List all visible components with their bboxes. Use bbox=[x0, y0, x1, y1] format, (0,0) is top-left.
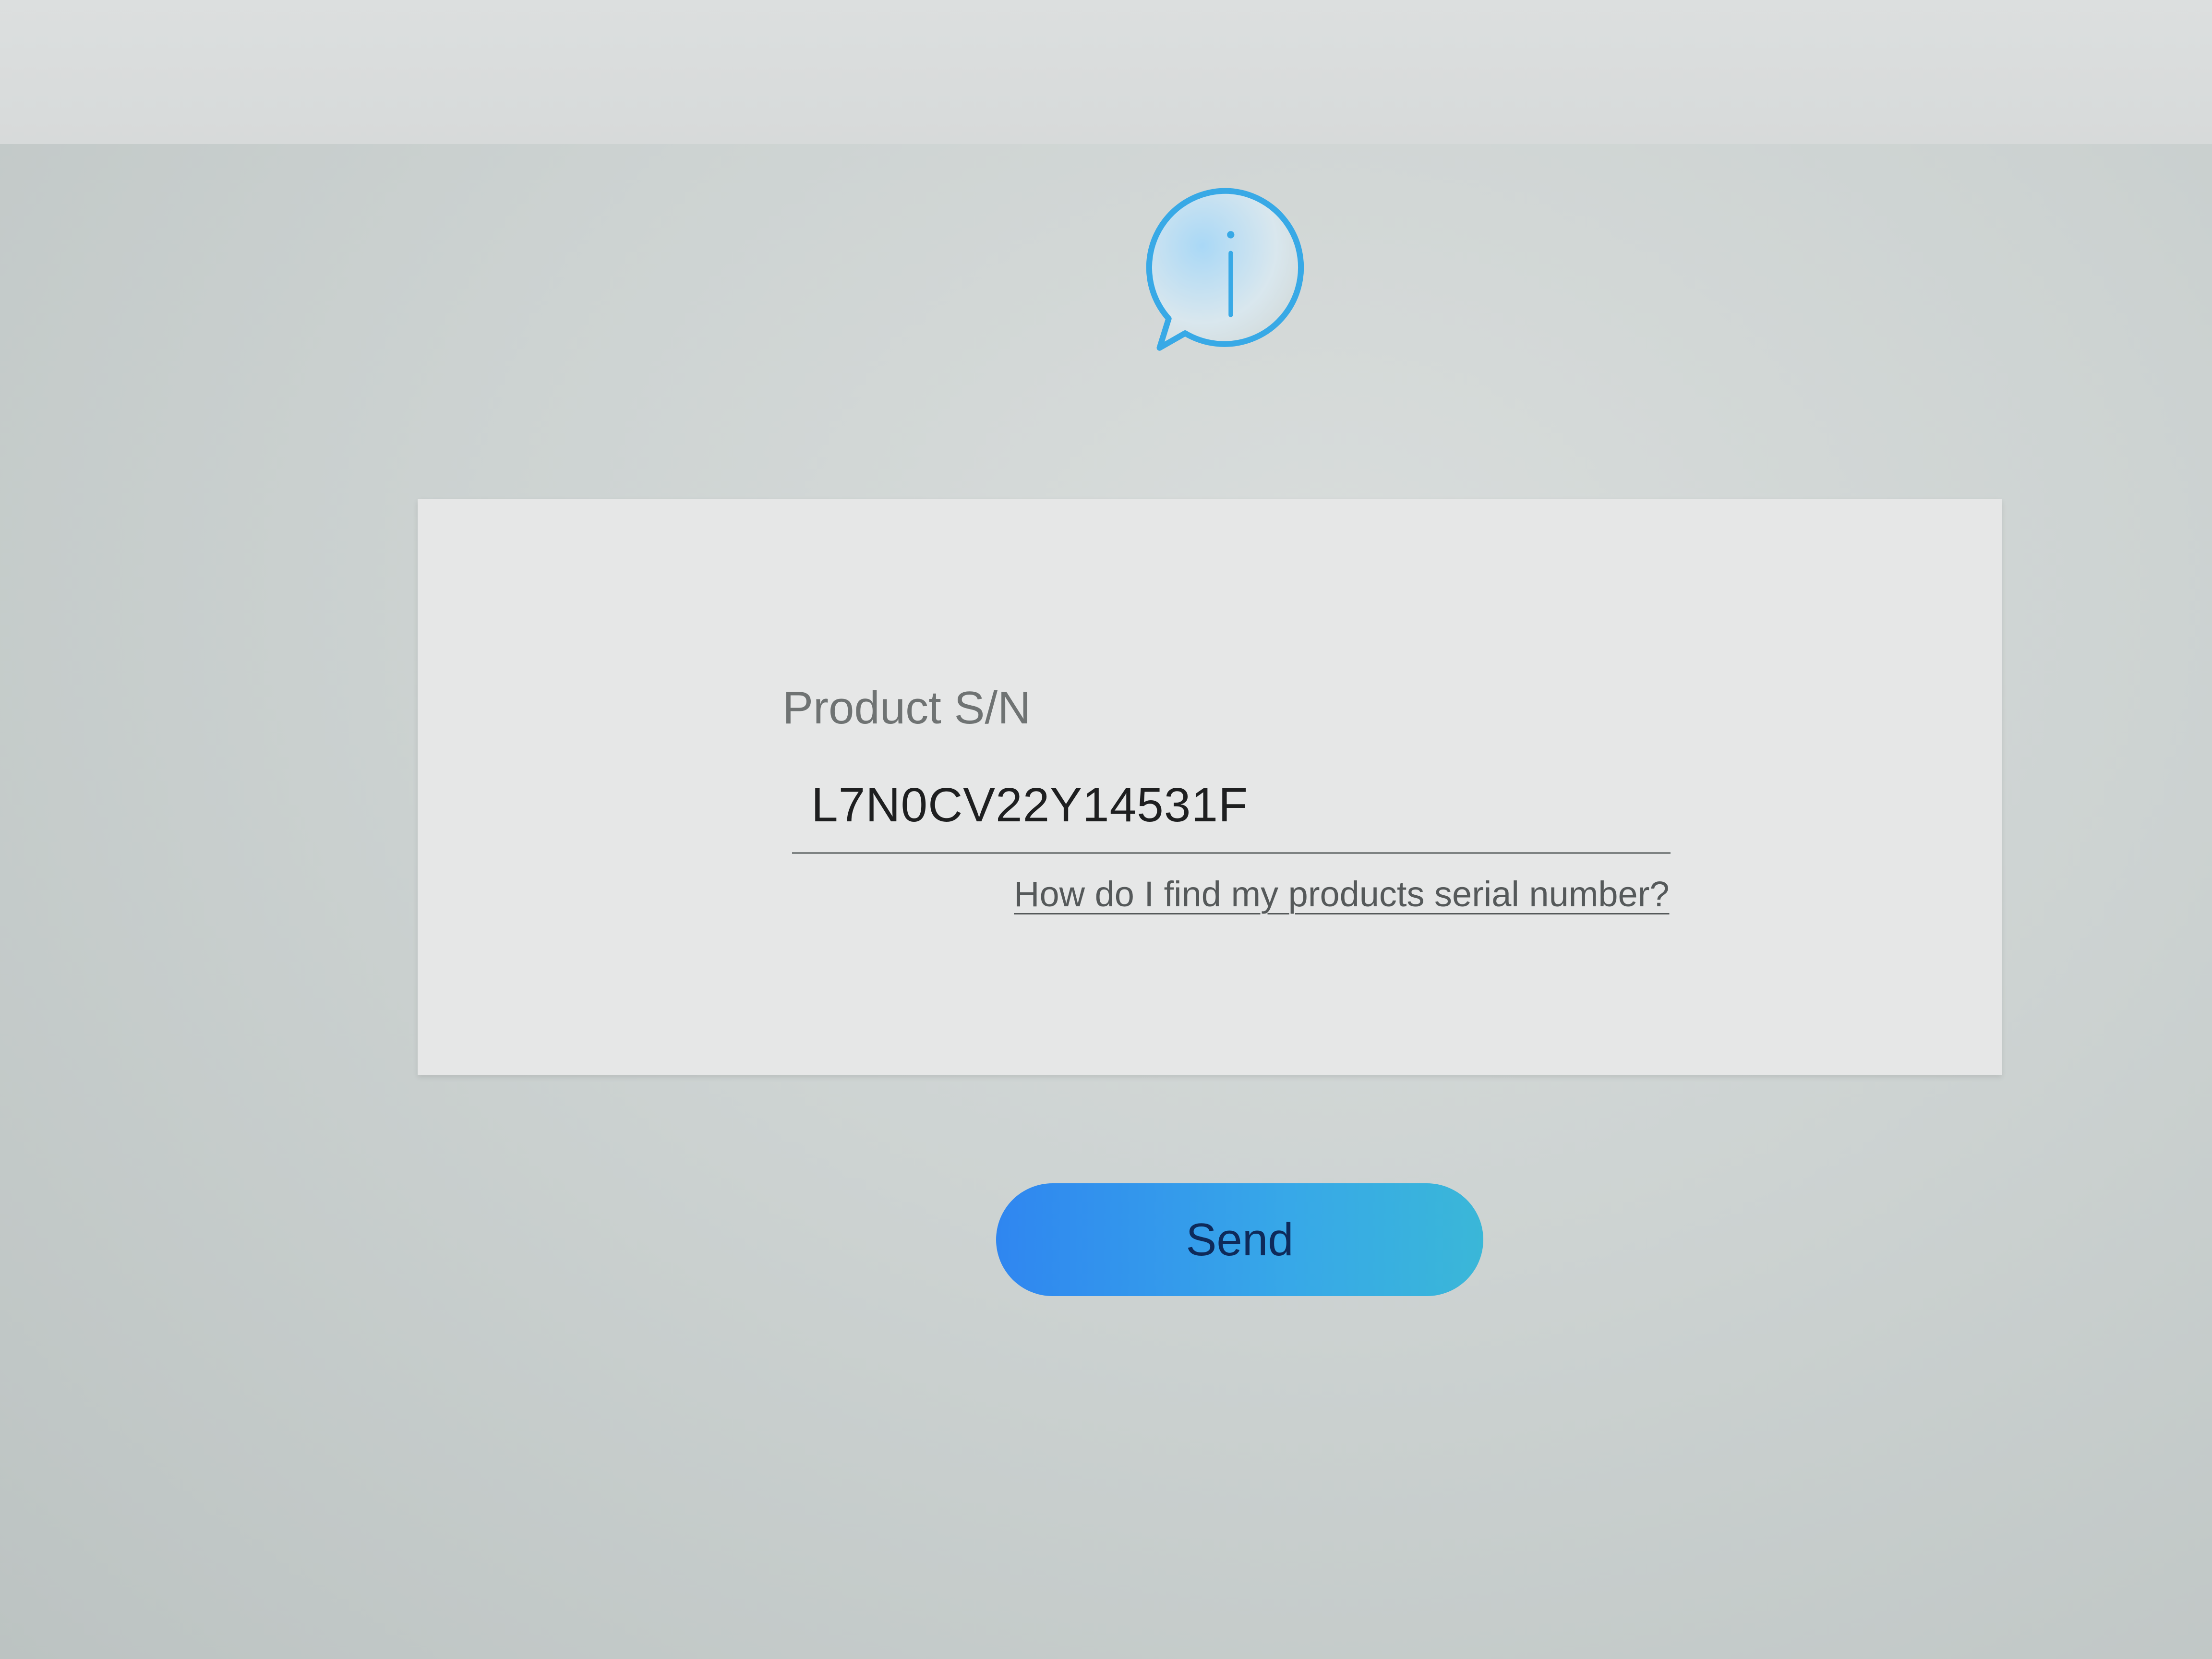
serial-input-underline bbox=[792, 852, 1671, 854]
info-speech-bubble-icon bbox=[1146, 188, 1304, 351]
serial-number-input[interactable]: L7N0CV22Y14531F bbox=[811, 778, 1248, 833]
top-header-band bbox=[0, 0, 2212, 144]
send-button-label: Send bbox=[1186, 1214, 1294, 1265]
find-serial-help-link[interactable]: How do I find my products serial number? bbox=[1014, 874, 1670, 914]
product-sn-label: Product S/N bbox=[782, 682, 1031, 733]
send-button[interactable]: Send bbox=[996, 1183, 1483, 1296]
